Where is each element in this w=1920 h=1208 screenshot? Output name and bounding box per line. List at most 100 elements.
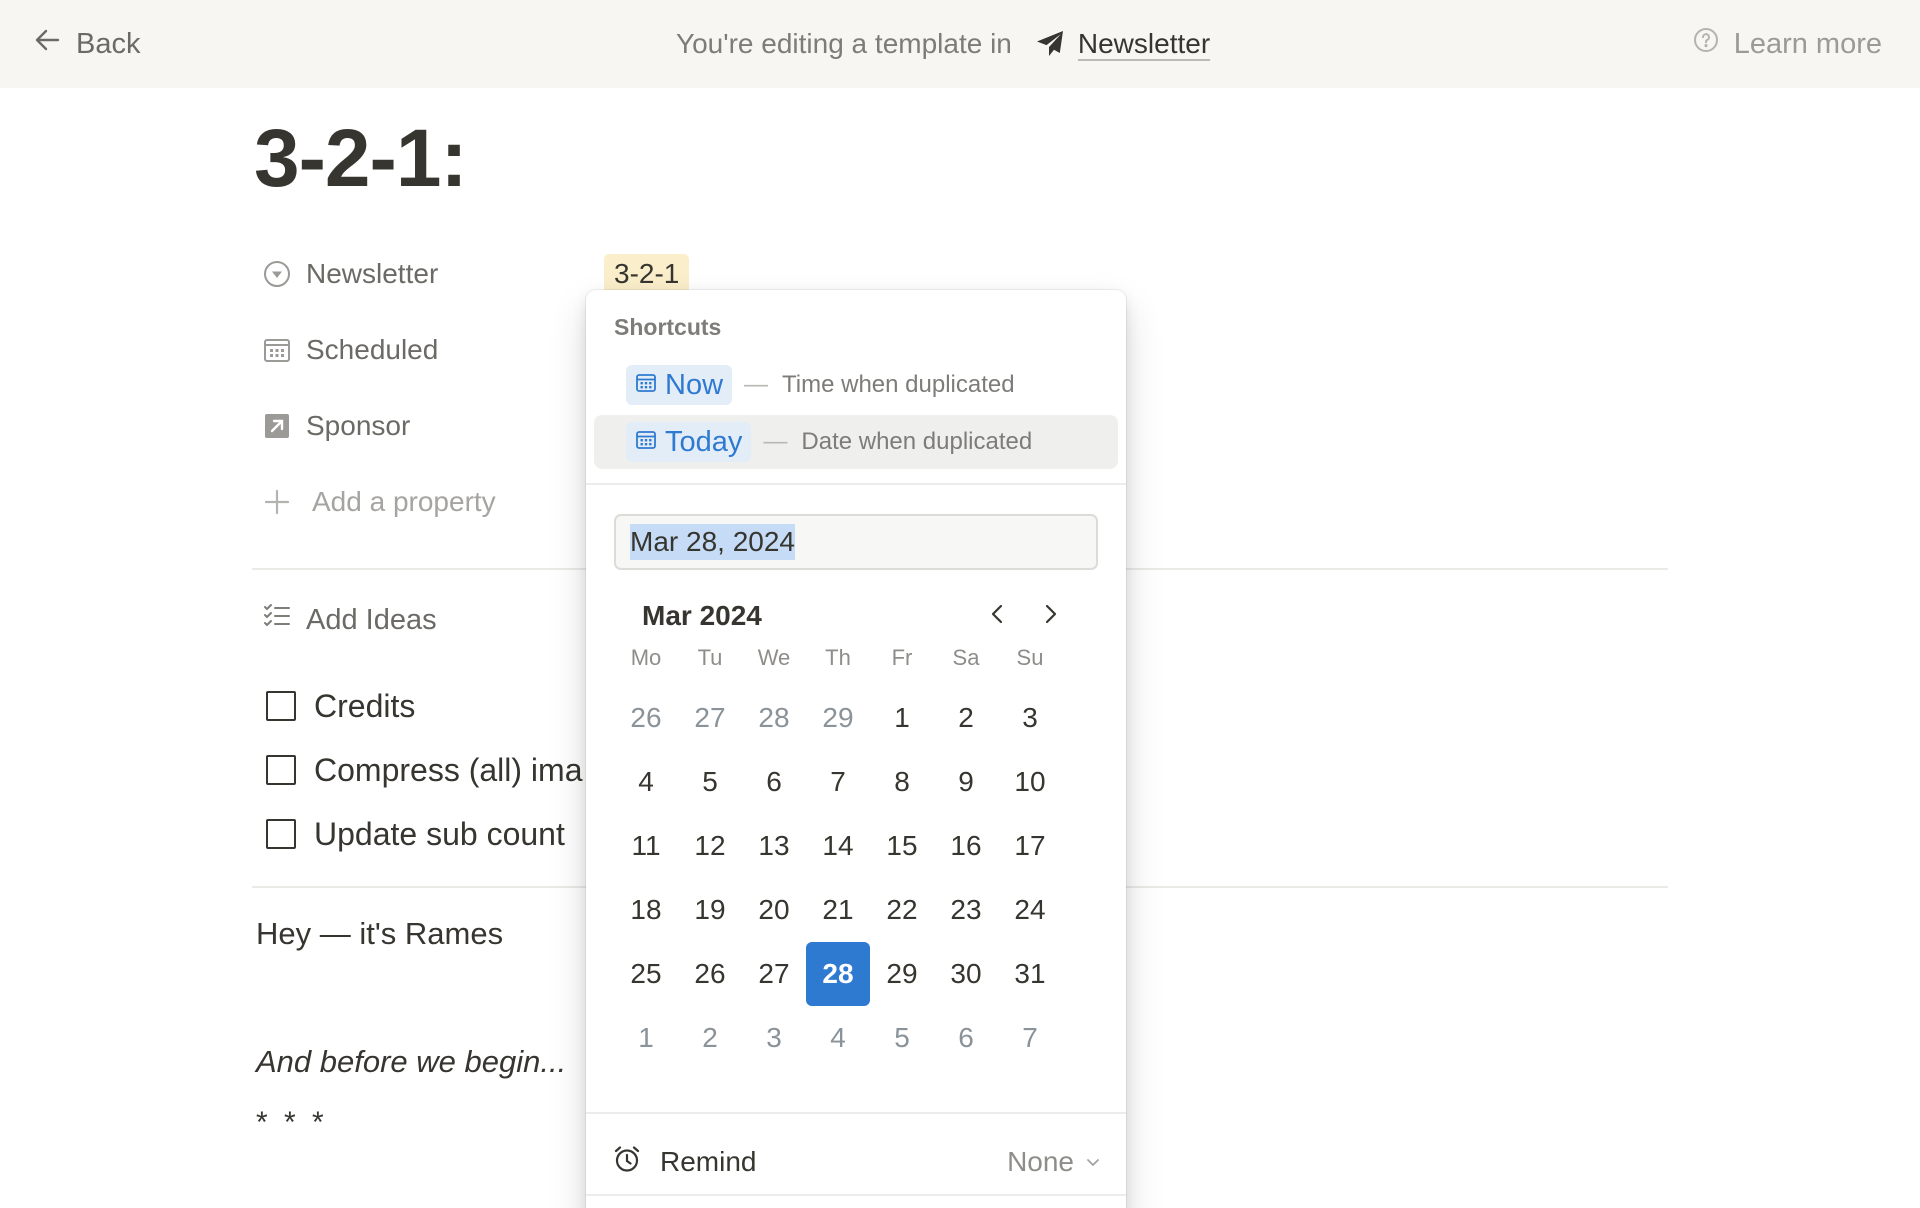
separator-text: * * * bbox=[256, 1106, 328, 1139]
todo-checkbox[interactable] bbox=[266, 691, 296, 721]
chip-label: Now bbox=[665, 368, 724, 401]
checklist-icon bbox=[262, 601, 292, 639]
shortcut-now[interactable]: Now — Time when duplicated bbox=[594, 358, 1118, 412]
calendar-day[interactable]: 13 bbox=[742, 814, 806, 878]
calendar-day[interactable]: 6 bbox=[934, 1006, 998, 1070]
calendar-day[interactable]: 19 bbox=[678, 878, 742, 942]
calendar-day[interactable]: 20 bbox=[742, 878, 806, 942]
calendar-week: 4 5 6 7 8 9 10 bbox=[614, 750, 1062, 814]
todo-item[interactable]: Update sub count bbox=[266, 810, 565, 858]
chevron-left-icon bbox=[987, 603, 1009, 630]
calendar-day[interactable]: 17 bbox=[998, 814, 1062, 878]
weekday-label: Tu bbox=[697, 645, 723, 670]
weekday-label: We bbox=[757, 645, 791, 670]
editing-template-notice: You're editing a template in Newsletter bbox=[676, 22, 1210, 66]
calendar-day[interactable]: 18 bbox=[614, 878, 678, 942]
learn-more-link[interactable]: Learn more bbox=[1692, 22, 1882, 66]
calendar-day[interactable]: 26 bbox=[614, 686, 678, 750]
calendar-day[interactable]: 11 bbox=[614, 814, 678, 878]
shortcut-today[interactable]: Today — Date when duplicated bbox=[594, 415, 1118, 469]
weekday-label: Mo bbox=[630, 645, 662, 670]
calendar-day[interactable]: 2 bbox=[678, 1006, 742, 1070]
todo-text: Update sub count bbox=[314, 815, 565, 852]
calendar-day[interactable]: 30 bbox=[934, 942, 998, 1006]
chip-label: Today bbox=[665, 425, 743, 458]
calendar-day[interactable]: 22 bbox=[870, 878, 934, 942]
add-ideas-button[interactable]: Add Ideas bbox=[262, 596, 437, 644]
calendar-day[interactable]: 25 bbox=[614, 942, 678, 1006]
property-sponsor[interactable]: Sponsor bbox=[262, 402, 410, 450]
weekday-label: Th bbox=[825, 645, 851, 670]
now-chip: Now bbox=[626, 365, 733, 405]
shortcuts-title: Shortcuts bbox=[614, 314, 722, 340]
dash: — bbox=[763, 428, 788, 455]
calendar-day[interactable]: 28 bbox=[742, 686, 806, 750]
calendar-day[interactable]: 21 bbox=[806, 878, 870, 942]
property-label: Newsletter bbox=[306, 258, 439, 289]
intro-text[interactable]: And before we begin... bbox=[256, 1044, 566, 1080]
weekday-header: Mo Tu We Th Fr Sa Su bbox=[614, 630, 1062, 686]
calendar-day[interactable]: 27 bbox=[678, 686, 742, 750]
database-link[interactable]: Newsletter bbox=[1078, 28, 1210, 60]
calendar-day[interactable]: 5 bbox=[870, 1006, 934, 1070]
calendar-day[interactable]: 12 bbox=[678, 814, 742, 878]
calendar-day[interactable]: 24 bbox=[998, 878, 1062, 942]
calendar-week: 26 27 28 29 1 2 3 bbox=[614, 686, 1062, 750]
calendar-day[interactable]: 1 bbox=[614, 1006, 678, 1070]
remind-label: Remind bbox=[660, 1146, 757, 1177]
calendar-day[interactable]: 9 bbox=[934, 750, 998, 814]
todo-item[interactable]: Credits bbox=[266, 682, 415, 730]
calendar-body: 26 27 28 29 1 2 3 4 5 6 7 8 9 10 11 12 13 14 15 16 17 18 19 20 2… bbox=[614, 686, 1062, 1070]
calendar-day[interactable]: 31 bbox=[998, 942, 1062, 1006]
calendar-day[interactable]: 27 bbox=[742, 942, 806, 1006]
shortcut-description: Time when duplicated bbox=[782, 371, 1015, 398]
page-title[interactable]: 3-2-1: bbox=[254, 112, 468, 206]
calendar-day[interactable]: 26 bbox=[678, 942, 742, 1006]
todo-checkbox[interactable] bbox=[266, 819, 296, 849]
calendar-day[interactable]: 6 bbox=[742, 750, 806, 814]
calendar-day[interactable]: 8 bbox=[870, 750, 934, 814]
calendar-day[interactable]: 4 bbox=[806, 1006, 870, 1070]
property-label: Scheduled bbox=[306, 334, 439, 365]
calendar-day[interactable]: 15 bbox=[870, 814, 934, 878]
weekday-label: Su bbox=[1016, 645, 1044, 670]
back-button[interactable]: Back bbox=[32, 22, 140, 66]
editing-text: You're editing a template in bbox=[676, 28, 1012, 59]
calendar-day[interactable]: 29 bbox=[870, 942, 934, 1006]
divider bbox=[586, 1112, 1126, 1114]
dash: — bbox=[744, 371, 769, 398]
calendar-day[interactable]: 3 bbox=[742, 1006, 806, 1070]
calendar-day-selected[interactable]: 28 bbox=[806, 942, 870, 1006]
newsletter-tag[interactable]: 3-2-1 bbox=[604, 254, 690, 294]
add-property-button[interactable]: Add a property bbox=[262, 478, 496, 526]
chevron-down-icon bbox=[1084, 1146, 1102, 1178]
learn-more-label: Learn more bbox=[1733, 27, 1882, 60]
todo-item[interactable]: Compress (all) ima bbox=[266, 746, 582, 794]
calendar-day[interactable]: 29 bbox=[806, 686, 870, 750]
plus-icon bbox=[262, 487, 292, 517]
calendar-icon bbox=[635, 426, 657, 459]
date-input[interactable]: Mar 28, 2024 bbox=[614, 514, 1098, 570]
calendar-day[interactable]: 14 bbox=[806, 814, 870, 878]
arrow-left-icon bbox=[32, 24, 64, 64]
calendar-day[interactable]: 5 bbox=[678, 750, 742, 814]
calendar-day[interactable]: 3 bbox=[998, 686, 1062, 750]
divider bbox=[586, 1194, 1126, 1196]
calendar-day[interactable]: 23 bbox=[934, 878, 998, 942]
weekday-label: Fr bbox=[891, 645, 913, 670]
remind-select[interactable]: None bbox=[1007, 1146, 1102, 1178]
todo-checkbox[interactable] bbox=[266, 755, 296, 785]
calendar-day[interactable]: 10 bbox=[998, 750, 1062, 814]
calendar-day[interactable]: 7 bbox=[806, 750, 870, 814]
calendar-day[interactable]: 2 bbox=[934, 686, 998, 750]
remind-row[interactable]: Remind None bbox=[612, 1130, 1102, 1194]
greeting-text[interactable]: Hey — it's Rames bbox=[256, 916, 503, 952]
property-scheduled[interactable]: Scheduled bbox=[262, 326, 438, 374]
calendar-week: 11 12 13 14 15 16 17 bbox=[614, 814, 1062, 878]
calendar-day[interactable]: 1 bbox=[870, 686, 934, 750]
calendar-day[interactable]: 4 bbox=[614, 750, 678, 814]
property-newsletter[interactable]: Newsletter bbox=[262, 250, 438, 298]
date-picker-popover: Shortcuts Now — Time when duplicated Tod… bbox=[586, 290, 1126, 1208]
calendar-day[interactable]: 7 bbox=[998, 1006, 1062, 1070]
calendar-day[interactable]: 16 bbox=[934, 814, 998, 878]
